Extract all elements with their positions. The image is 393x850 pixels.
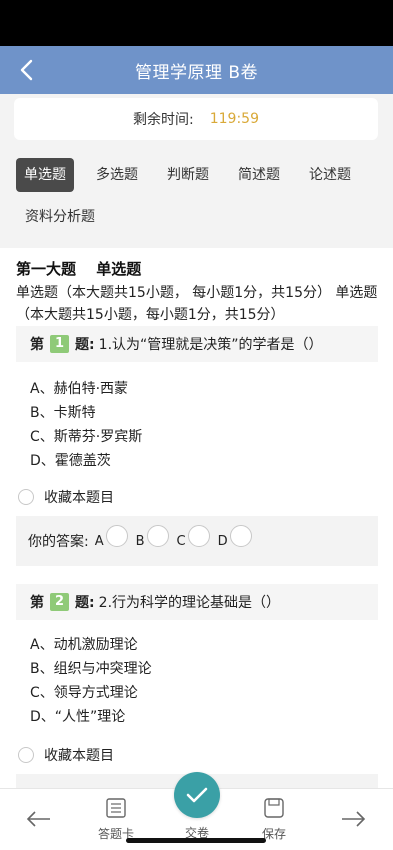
answer-choice-a[interactable]: A <box>94 525 128 549</box>
answer-choice-letter: A <box>94 533 104 549</box>
answer-choice-letter: C <box>176 533 186 549</box>
arrow-right-icon <box>342 811 366 827</box>
answer-card-button[interactable]: 答题卡 <box>86 797 146 842</box>
answer-choice-c[interactable]: C <box>176 525 210 549</box>
answer-choice-d[interactable]: D <box>217 525 252 549</box>
radio-icon <box>187 525 210 547</box>
question-prefix: 第 <box>30 337 44 353</box>
tab-single-choice[interactable]: 单选题 <box>16 158 74 192</box>
answer-card-icon <box>106 798 126 818</box>
favorite-toggle[interactable]: 收藏本题目 <box>18 487 114 507</box>
timer-area: 剩余时间: 119:59 <box>0 94 393 148</box>
option-c: C、斯蒂芬·罗宾斯 <box>30 429 143 445</box>
timer-label: 剩余时间: <box>133 112 194 128</box>
home-indicator <box>126 838 266 843</box>
question-prefix: 第 <box>30 595 44 611</box>
radio-icon <box>18 747 34 763</box>
question-content: 第一大题 单选题 单选题（本大题共15小题， 每小题1分，共15分） 单选题（本… <box>0 248 393 788</box>
section-title: 第一大题 单选题 <box>16 260 142 278</box>
tab-short-answer[interactable]: 简述题 <box>230 158 288 192</box>
save-button[interactable]: 保存 <box>244 797 304 842</box>
question-type-tabs: 单选题 多选题 判断题 简述题 论述题 资料分析题 <box>0 148 393 248</box>
option-d: D、“人性”理论 <box>30 709 126 725</box>
timer-card: 剩余时间: 119:59 <box>14 98 378 140</box>
question-header: 第 2 题: 2.行为科学的理论基础是（） <box>16 584 378 620</box>
favorite-label: 收藏本题目 <box>44 748 114 764</box>
favorite-toggle[interactable]: 收藏本题目 <box>18 745 114 765</box>
question-number-badge: 2 <box>50 593 70 611</box>
radio-icon <box>146 525 169 547</box>
option-a: A、动机激励理论 <box>30 637 138 653</box>
answer-choice-letter: B <box>135 533 145 549</box>
tab-essay[interactable]: 论述题 <box>301 158 359 192</box>
answer-box: 你的答案: A B C D <box>16 516 378 566</box>
option-c: C、领导方式理论 <box>30 685 138 701</box>
answer-choice-b[interactable]: B <box>135 525 169 549</box>
favorite-label: 收藏本题目 <box>44 490 114 506</box>
save-icon <box>264 798 284 818</box>
question-text: 1.认为“管理就是决策”的学者是（） <box>98 337 323 353</box>
option-b: B、卡斯特 <box>30 405 96 421</box>
arrow-left-icon <box>26 811 50 827</box>
tab-true-false[interactable]: 判断题 <box>159 158 217 192</box>
submit-button[interactable] <box>174 772 220 818</box>
radio-icon <box>18 489 34 505</box>
timer-value: 119:59 <box>209 111 259 127</box>
section-description: 单选题（本大题共15小题， 每小题1分，共15分） 单选题（本大题共15小题，每… <box>16 285 378 323</box>
question-header: 第 1 题: 1.认为“管理就是决策”的学者是（） <box>16 326 378 362</box>
option-d: D、霍德盖茨 <box>30 453 111 469</box>
question-suffix: 题: <box>75 337 95 353</box>
status-bar <box>0 0 393 46</box>
question-number-badge: 1 <box>50 335 70 353</box>
question-suffix: 题: <box>75 595 95 611</box>
tab-multiple-choice[interactable]: 多选题 <box>88 158 146 192</box>
option-b: B、组织与冲突理论 <box>30 661 152 677</box>
back-button[interactable] <box>10 54 42 86</box>
chevron-left-icon <box>20 59 33 81</box>
radio-icon <box>229 525 252 547</box>
answer-label: 你的答案: <box>28 534 89 550</box>
radio-icon <box>105 525 128 547</box>
checkmark-icon <box>186 787 208 803</box>
previous-question-button[interactable] <box>24 807 54 831</box>
tab-data-analysis[interactable]: 资料分析题 <box>16 200 104 234</box>
answer-choice-letter: D <box>217 533 228 549</box>
option-a: A、赫伯特·西蒙 <box>30 381 129 397</box>
page-title: 管理学原理 B卷 <box>134 62 259 83</box>
next-question-button[interactable] <box>338 807 368 831</box>
question-text: 2.行为科学的理论基础是（） <box>98 595 281 611</box>
nav-bar: 管理学原理 B卷 <box>0 46 393 94</box>
